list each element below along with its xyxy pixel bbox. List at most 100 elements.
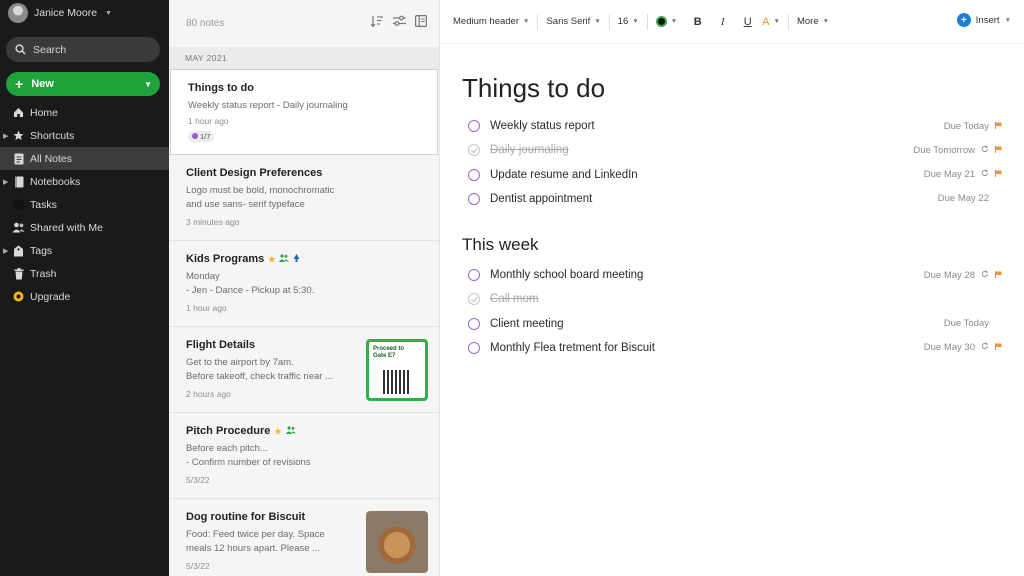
note-title-row: Kids Programs ★	[186, 253, 423, 265]
due-date-text[interactable]: Due May 21	[924, 169, 975, 180]
flag-icon[interactable]	[995, 145, 1002, 156]
flag-icon[interactable]	[995, 121, 1002, 132]
note-title-heading[interactable]: Things to do	[462, 73, 605, 104]
task-checkbox[interactable]	[468, 168, 480, 181]
note-card[interactable]: Pitch Procedure ★ Before each pitch... -…	[169, 413, 439, 499]
task-due: Due May 21	[924, 169, 1002, 180]
insert-label: Insert	[975, 14, 1000, 26]
task-text[interactable]: Call mom	[490, 293, 539, 305]
bold-button[interactable]: B	[685, 16, 710, 28]
home-icon	[12, 106, 25, 119]
task-checkbox[interactable]	[468, 269, 480, 281]
note-title: Kids Programs	[186, 253, 265, 265]
note-card[interactable]: Flight Details Get to the airport by 7am…	[169, 327, 439, 413]
task-checkbox[interactable]	[468, 192, 480, 205]
task-checkbox[interactable]	[468, 120, 480, 132]
note-card[interactable]: Dog routine for Biscuit Food: Feed twice…	[169, 499, 439, 576]
tasks-icon	[12, 198, 25, 211]
task-progress-badge: 1/7	[188, 130, 215, 142]
task-text[interactable]: Weekly status report	[490, 120, 595, 132]
sidebar-item-shortcuts[interactable]: ▶ Shortcuts	[0, 124, 169, 147]
repeat-icon	[981, 269, 989, 281]
insert-button[interactable]: + Insert ▼	[956, 13, 1011, 27]
due-date-text[interactable]: Due May 30	[924, 342, 975, 353]
caret-right-icon[interactable]: ▶	[3, 247, 8, 255]
due-date-text[interactable]: Due Tomorrow	[913, 145, 975, 156]
thumbnail-text: Proceed to Gate E7	[373, 346, 405, 359]
search-button[interactable]: Search	[6, 37, 160, 62]
due-date-text[interactable]: Due Today	[944, 121, 989, 132]
note-card[interactable]: Things to do Weekly status report - Dail…	[170, 69, 438, 155]
sidebar-item-label: Trash	[30, 267, 57, 280]
caret-right-icon[interactable]: ▶	[3, 132, 8, 140]
star-icon	[12, 129, 25, 142]
section-heading[interactable]: This week	[462, 235, 539, 255]
sidebar-item-shared[interactable]: Shared with Me	[0, 216, 169, 239]
note-title: Client Design Preferences	[186, 167, 323, 179]
note-editor: Medium header ▼ Sans Serif ▼ 16 ▼ ▼ B I …	[440, 0, 1024, 576]
header-style-dropdown[interactable]: Medium header ▼	[453, 12, 529, 32]
task-row: Daily journaling Due Tomorrow	[468, 140, 1002, 160]
due-date-text[interactable]: Due May 28	[924, 270, 975, 281]
divider	[537, 13, 539, 30]
task-text[interactable]: Dentist appointment	[490, 193, 592, 205]
trash-icon	[12, 267, 25, 280]
account-menu[interactable]: Janice Moore ▼	[8, 3, 112, 23]
task-checkbox[interactable]	[468, 341, 480, 354]
task-text[interactable]: Update resume and LinkedIn	[490, 169, 638, 181]
sidebar-item-trash[interactable]: Trash	[0, 262, 169, 285]
note-count: 80 notes	[186, 18, 225, 29]
task-checkbox[interactable]	[468, 317, 480, 330]
note-list-header: 80 notes	[169, 0, 439, 47]
sidebar-item-tasks[interactable]: Tasks	[0, 193, 169, 216]
due-date-text[interactable]: Due Today	[944, 318, 989, 329]
task-text[interactable]: Daily journaling	[490, 144, 569, 156]
chevron-down-icon: ▼	[773, 18, 780, 25]
note-card[interactable]: Kids Programs ★ Monday - Jen - Dance - P…	[169, 241, 439, 327]
font-dropdown[interactable]: Sans Serif ▼	[546, 12, 600, 32]
sidebar-item-label: Notebooks	[30, 175, 81, 188]
notebook-icon	[12, 175, 25, 188]
view-options-icon[interactable]	[415, 15, 428, 30]
font-size-dropdown[interactable]: 16 ▼	[618, 12, 639, 32]
flag-icon[interactable]	[995, 270, 1002, 281]
task-text[interactable]: Monthly school board meeting	[490, 269, 643, 281]
checked-circle-icon[interactable]	[468, 144, 480, 157]
sidebar-nav: Home ▶ Shortcuts All Notes ▶ Notebooks T…	[0, 101, 169, 308]
task-text[interactable]: Monthly Flea tretment for Biscuit	[490, 342, 655, 354]
due-date-text[interactable]: Due May 22	[938, 193, 989, 204]
text-color-dropdown[interactable]: ▼	[655, 12, 677, 32]
sidebar-item-upgrade[interactable]: Upgrade	[0, 285, 169, 308]
chevron-down-icon: ▼	[822, 18, 830, 25]
note-card[interactable]: Client Design Preferences Logo must be b…	[169, 155, 439, 241]
more-dropdown[interactable]: More ▼	[797, 12, 829, 32]
note-list: 80 notes MAY 2021 Things to do Weekly st…	[169, 0, 440, 576]
filter-icon[interactable]	[393, 15, 406, 30]
new-note-button[interactable]: + New ▼	[6, 72, 160, 96]
flag-icon[interactable]	[995, 342, 1002, 353]
task-due: Due Today	[944, 121, 1002, 132]
chevron-down-icon: ▼	[1004, 16, 1011, 24]
sidebar-item-label: Shortcuts	[30, 129, 75, 142]
caret-right-icon[interactable]: ▶	[3, 178, 8, 186]
divider	[646, 13, 648, 30]
sidebar-item-notebooks[interactable]: ▶ Notebooks	[0, 170, 169, 193]
checked-circle-icon[interactable]	[468, 293, 480, 306]
underline-button[interactable]: U	[735, 16, 760, 28]
sidebar-item-tags[interactable]: ▶ Tags	[0, 239, 169, 262]
task-text[interactable]: Client meeting	[490, 318, 564, 330]
shared-icon	[279, 253, 290, 265]
sidebar: Janice Moore ▼ Search + New ▼ Home ▶ Sho…	[0, 0, 169, 576]
sort-icon[interactable]	[370, 15, 384, 30]
sidebar-item-home[interactable]: Home	[0, 101, 169, 124]
font-size-value: 16	[617, 16, 629, 27]
italic-button[interactable]: I	[710, 16, 735, 28]
chevron-down-icon[interactable]: ▼	[144, 72, 152, 96]
sidebar-item-all-notes[interactable]: All Notes	[0, 147, 169, 170]
note-snippet: Logo must be bold, monochromatic and use…	[186, 185, 335, 210]
highlight-button[interactable]: A ▼	[762, 12, 780, 32]
flag-icon[interactable]	[995, 169, 1002, 180]
upgrade-icon	[12, 290, 25, 303]
sidebar-item-label: All Notes	[30, 152, 73, 165]
font-value: Sans Serif	[546, 16, 591, 27]
